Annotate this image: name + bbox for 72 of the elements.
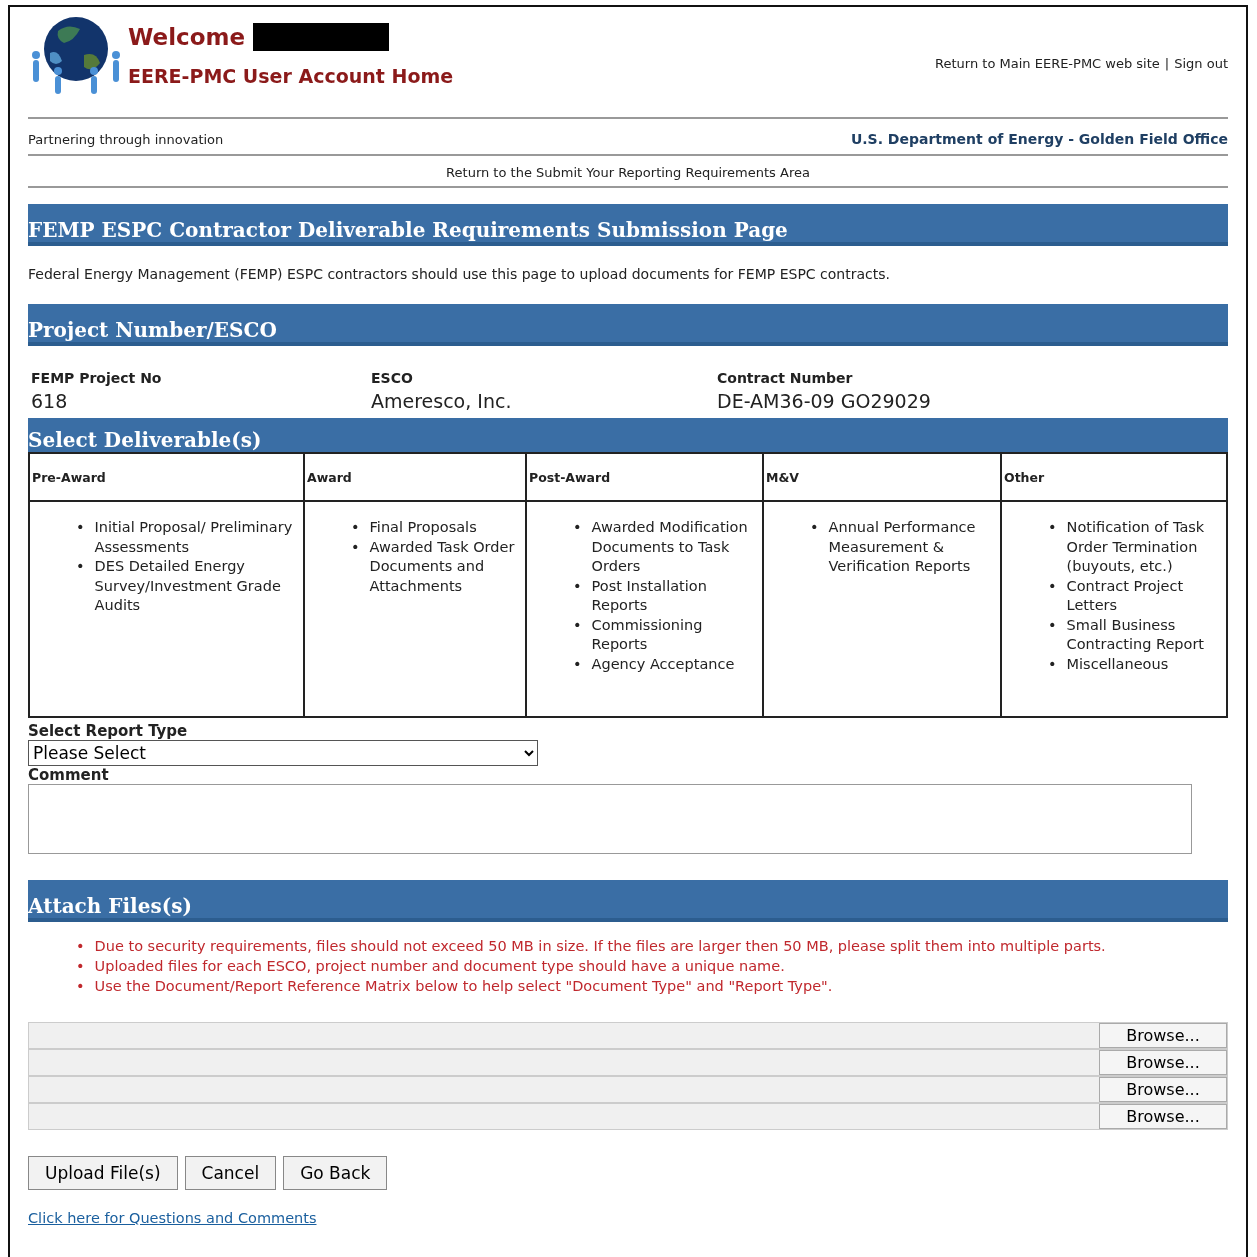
field-value: Ameresco, Inc.	[371, 390, 513, 412]
field-label: ESCO	[371, 370, 414, 386]
app-title: EERE-PMC User Account Home	[128, 65, 454, 87]
bullet: •	[351, 537, 360, 557]
note-text: Use the Document/Report Reference Matrix below to help select "Document Type" and "Report Type".	[94, 977, 833, 996]
bullet: •	[1048, 615, 1057, 635]
link-separator: |	[1164, 56, 1170, 71]
field-label: FEMP Project No	[31, 370, 163, 386]
column-header: M&V	[763, 453, 1001, 501]
note-text: Due to security requirements, files should not exceed 50 MB in size. If the files are larger then 50 MB, please split them into multiple parts.	[94, 937, 1106, 956]
action-button[interactable]: Go Back	[283, 1156, 388, 1190]
deliverable-item: Small Business Contracting Report	[1066, 615, 1206, 654]
bullet: •	[76, 518, 85, 537]
deliverable-item: Final Proposals	[369, 518, 477, 537]
browse-button[interactable]: Browse...	[1099, 1104, 1227, 1129]
bullet: •	[1048, 654, 1057, 674]
bullet: •	[573, 576, 582, 596]
field-label: Contract Number	[717, 370, 854, 386]
deliverable-item: Annual Performance Measurement & Verification Reports	[828, 518, 977, 576]
section-heading: Project Number/ESCO	[28, 304, 1228, 346]
note-text: Uploaded files for each ESCO, project number and document type should have a unique name.	[94, 957, 785, 976]
bullet: •	[573, 518, 582, 537]
sign-out-link[interactable]: Sign out	[1174, 56, 1228, 71]
field-value: 618	[31, 390, 69, 412]
field-label: Select Report Type	[28, 722, 189, 740]
bullet: •	[76, 977, 85, 996]
action-button[interactable]: Upload File(s)	[28, 1156, 178, 1190]
column-header: Post-Award	[526, 453, 763, 501]
bullet: •	[76, 937, 85, 956]
column-header: Award	[304, 453, 526, 501]
column-header: Pre-Award	[29, 453, 304, 501]
browse-button[interactable]: Browse...	[1099, 1050, 1227, 1075]
questions-link[interactable]: Click here for Questions and Comments	[28, 1210, 317, 1226]
bullet: •	[573, 615, 582, 635]
deliverable-item: Agency Acceptance	[591, 654, 735, 674]
section-heading: Attach Files(s)	[28, 880, 1228, 922]
office-name: U.S. Department of Energy - Golden Field Office	[850, 131, 1228, 147]
tagline: Partnering through innovation	[28, 131, 224, 147]
file-input[interactable]: Browse...	[28, 1022, 1228, 1049]
comment-field[interactable]	[28, 784, 1192, 854]
main-site-link[interactable]: Return to Main EERE-PMC web site	[935, 56, 1160, 71]
intro-text: Federal Energy Management (FEMP) ESPC contractors should use this page to upload documents for FEMP ESPC contracts.	[28, 265, 891, 284]
bullet: •	[1048, 576, 1057, 596]
bullet: •	[351, 518, 360, 537]
return-link[interactable]: Return to the Submit Your Reporting Requirements Area	[446, 165, 810, 180]
browse-button[interactable]: Browse...	[1099, 1077, 1227, 1102]
action-button[interactable]: Cancel	[184, 1156, 277, 1190]
welcome-heading: Welcome	[128, 24, 246, 50]
browse-button[interactable]: Browse...	[1099, 1023, 1227, 1048]
deliverable-item: Awarded Task Order Documents and Attachments	[369, 537, 516, 596]
deliverable-item: Post Installation Reports	[591, 576, 708, 615]
deliverable-item: Initial Proposal/ Preliminary Assessments	[94, 518, 294, 557]
deliverable-item: Notification of Task Order Termination (buyouts, etc.)	[1066, 518, 1206, 576]
bullet: •	[810, 518, 819, 537]
section-heading: Select Deliverable(s)	[28, 418, 1228, 452]
deliverable-item: DES Detailed Energy Survey/Investment Grade Audits	[94, 557, 282, 615]
field-label: Comment	[28, 766, 110, 784]
column-header: Other	[1001, 453, 1227, 501]
bullet: •	[76, 557, 85, 576]
file-input[interactable]: Browse...	[28, 1103, 1228, 1130]
field-value: DE-AM36-09 GO29029	[717, 390, 932, 412]
bullet: •	[76, 957, 85, 976]
deliverable-item: Contract Project Letters	[1066, 576, 1185, 615]
deliverable-item: Awarded Modification Documents to Task Orders	[591, 518, 749, 576]
report-type-dropdown[interactable]: Please Select	[28, 740, 538, 766]
file-input[interactable]: Browse...	[28, 1076, 1228, 1103]
deliverable-item: Commissioning Reports	[591, 615, 704, 654]
bullet: •	[1048, 518, 1057, 537]
page-title: FEMP ESPC Contractor Deliverable Requirements Submission Page	[28, 204, 1228, 246]
deliverable-item: Miscellaneous	[1066, 654, 1169, 674]
file-input[interactable]: Browse...	[28, 1049, 1228, 1076]
bullet: •	[573, 654, 582, 674]
